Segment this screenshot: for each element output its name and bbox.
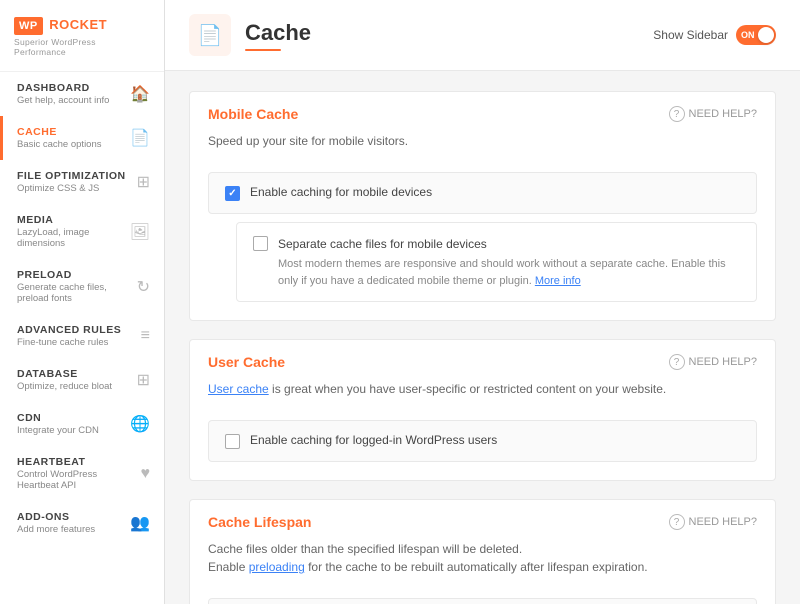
sidebar-item-file-optimization-title: FILE OPTIMIZATION: [17, 170, 131, 182]
user-cache-subtitle: User cache is great when you have user-s…: [190, 382, 775, 410]
user-cache-need-help[interactable]: ? NEED HELP?: [669, 354, 757, 370]
sidebar-item-dashboard[interactable]: DASHBOARD Get help, account info 🏠: [0, 72, 164, 116]
title-underline: [245, 49, 281, 51]
heartbeat-icon: ♥: [141, 465, 151, 483]
sidebar-item-cdn[interactable]: CDN Integrate your CDN 🌐: [0, 402, 164, 446]
sidebar-item-dashboard-sub: Get help, account info: [17, 95, 124, 106]
separate-mobile-cache-checkbox[interactable]: [253, 236, 268, 251]
sidebar-item-add-ons-sub: Add more features: [17, 524, 124, 535]
sidebar-item-add-ons[interactable]: ADD-ONS Add more features 👥: [0, 501, 164, 545]
user-cache-section: User Cache ? NEED HELP? User cache is gr…: [189, 339, 776, 481]
mobile-cache-need-help-label: NEED HELP?: [689, 108, 757, 120]
media-icon: 🖼: [130, 222, 150, 242]
logged-in-cache-label: Enable caching for logged-in WordPress u…: [250, 433, 497, 447]
sidebar-item-media[interactable]: MEDIA LazyLoad, image dimensions 🖼: [0, 204, 164, 259]
mobile-cache-section: Mobile Cache ? NEED HELP? Speed up your …: [189, 91, 776, 321]
cdn-icon: 🌐: [130, 414, 150, 434]
user-cache-need-help-icon: ?: [669, 354, 685, 370]
cache-lifespan-body: Specify time after which the global cach…: [190, 588, 775, 604]
user-cache-header: User Cache ? NEED HELP?: [190, 340, 775, 382]
enable-mobile-caching-checkbox[interactable]: [225, 186, 240, 201]
logo-rocket: ROCKET: [49, 17, 107, 32]
sidebar-item-media-title: MEDIA: [17, 214, 124, 226]
logged-in-cache-row: Enable caching for logged-in WordPress u…: [208, 420, 757, 462]
page-title: Cache: [245, 20, 311, 46]
cache-lifespan-need-help[interactable]: ? NEED HELP?: [669, 514, 757, 530]
mobile-cache-subtitle: Speed up your site for mobile visitors.: [190, 134, 775, 162]
sidebar-item-database-sub: Optimize, reduce bloat: [17, 381, 131, 392]
show-sidebar-area: Show Sidebar ON: [653, 25, 776, 45]
separate-mobile-cache-label: Separate cache files for mobile devices: [278, 237, 487, 251]
sidebar-item-cache-title: CACHE: [17, 126, 124, 138]
sidebar-item-file-optimization[interactable]: FILE OPTIMIZATION Optimize CSS & JS ⊞: [0, 160, 164, 204]
sidebar: WP ROCKET Superior WordPress Performance…: [0, 0, 165, 604]
sidebar-item-database-title: DATABASE: [17, 368, 131, 380]
show-sidebar-toggle[interactable]: ON: [736, 25, 776, 45]
main-area: 📄 Cache Show Sidebar ON Mobile Cache ? N…: [165, 0, 800, 604]
logo-wp: WP: [14, 17, 43, 35]
enable-mobile-caching-label: Enable caching for mobile devices: [250, 185, 432, 199]
more-info-link[interactable]: More info: [535, 275, 581, 287]
add-ons-icon: 👥: [130, 513, 150, 533]
sidebar-item-advanced-rules-title: ADVANCED RULES: [17, 324, 135, 336]
file-optimization-icon: ⊞: [137, 172, 150, 192]
cache-lifespan-subtitle1: Cache files older than the specified lif…: [208, 542, 757, 556]
mobile-cache-body: Enable caching for mobile devices Separa…: [190, 162, 775, 320]
user-cache-body: Enable caching for logged-in WordPress u…: [190, 410, 775, 480]
separate-mobile-cache-desc: Most modern themes are responsive and sh…: [278, 256, 740, 289]
sidebar-item-database[interactable]: DATABASE Optimize, reduce bloat ⊞: [0, 358, 164, 402]
enable-mobile-caching-row: Enable caching for mobile devices: [208, 172, 757, 214]
cache-lifespan-subtitle2: Enable preloading for the cache to be re…: [208, 560, 757, 574]
main-content: Mobile Cache ? NEED HELP? Speed up your …: [165, 71, 800, 604]
sidebar-item-cdn-title: CDN: [17, 412, 124, 424]
need-help-icon: ?: [669, 106, 685, 122]
database-icon: ⊞: [137, 370, 150, 390]
lifespan-box: Specify time after which the global cach…: [208, 598, 757, 604]
logo-subtitle: Superior WordPress Performance: [14, 37, 150, 57]
mobile-cache-need-help[interactable]: ? NEED HELP?: [669, 106, 757, 122]
page-icon: 📄: [189, 14, 231, 56]
sidebar-item-cache-sub: Basic cache options: [17, 139, 124, 150]
sidebar-nav: DASHBOARD Get help, account info 🏠 CACHE…: [0, 72, 164, 604]
advanced-rules-icon: ≡: [141, 327, 150, 345]
sidebar-item-file-optimization-sub: Optimize CSS & JS: [17, 183, 131, 194]
cache-lifespan-section: Cache Lifespan ? NEED HELP? Cache files …: [189, 499, 776, 604]
sidebar-item-cdn-sub: Integrate your CDN: [17, 425, 124, 436]
sidebar-item-advanced-rules[interactable]: ADVANCED RULES Fine-tune cache rules ≡: [0, 314, 164, 358]
user-cache-link[interactable]: User cache: [208, 382, 269, 396]
cache-lifespan-subtitle: Cache files older than the specified lif…: [190, 542, 775, 588]
sidebar-item-heartbeat-title: HEARTBEAT: [17, 456, 135, 468]
user-cache-need-help-label: NEED HELP?: [689, 356, 757, 368]
page-title-area: 📄 Cache: [189, 14, 311, 56]
cache-lifespan-title: Cache Lifespan: [208, 514, 311, 530]
sidebar-item-dashboard-title: DASHBOARD: [17, 82, 124, 94]
mobile-cache-title: Mobile Cache: [208, 106, 298, 122]
cache-lifespan-header: Cache Lifespan ? NEED HELP?: [190, 500, 775, 542]
logged-in-cache-checkbox[interactable]: [225, 434, 240, 449]
sidebar-item-heartbeat[interactable]: HEARTBEAT Control WordPress Heartbeat AP…: [0, 446, 164, 501]
main-header: 📄 Cache Show Sidebar ON: [165, 0, 800, 71]
sidebar-item-preload[interactable]: PRELOAD Generate cache files, preload fo…: [0, 259, 164, 314]
dashboard-icon: 🏠: [130, 84, 150, 104]
user-cache-title: User Cache: [208, 354, 285, 370]
user-cache-subtitle-suffix: is great when you have user-specific or …: [272, 382, 666, 396]
sidebar-item-add-ons-title: ADD-ONS: [17, 511, 124, 523]
cache-lifespan-need-help-label: NEED HELP?: [689, 516, 757, 528]
show-sidebar-label: Show Sidebar: [653, 28, 728, 42]
logo-area: WP ROCKET Superior WordPress Performance: [0, 0, 164, 72]
toggle-on-label: ON: [741, 30, 755, 40]
mobile-cache-header: Mobile Cache ? NEED HELP?: [190, 92, 775, 134]
sidebar-item-cache[interactable]: CACHE Basic cache options 📄: [0, 116, 164, 160]
cache-icon: 📄: [130, 128, 150, 148]
toggle-knob: [758, 27, 774, 43]
sidebar-item-heartbeat-sub: Control WordPress Heartbeat API: [17, 469, 135, 491]
sidebar-item-preload-sub: Generate cache files, preload fonts: [17, 282, 131, 304]
sidebar-item-media-sub: LazyLoad, image dimensions: [17, 227, 124, 249]
preload-icon: ↻: [137, 277, 150, 297]
separate-mobile-cache-row: Separate cache files for mobile devices …: [236, 222, 757, 302]
sidebar-item-preload-title: PRELOAD: [17, 269, 131, 281]
sidebar-item-advanced-rules-sub: Fine-tune cache rules: [17, 337, 135, 348]
preloading-link[interactable]: preloading: [249, 560, 305, 574]
cache-lifespan-need-help-icon: ?: [669, 514, 685, 530]
